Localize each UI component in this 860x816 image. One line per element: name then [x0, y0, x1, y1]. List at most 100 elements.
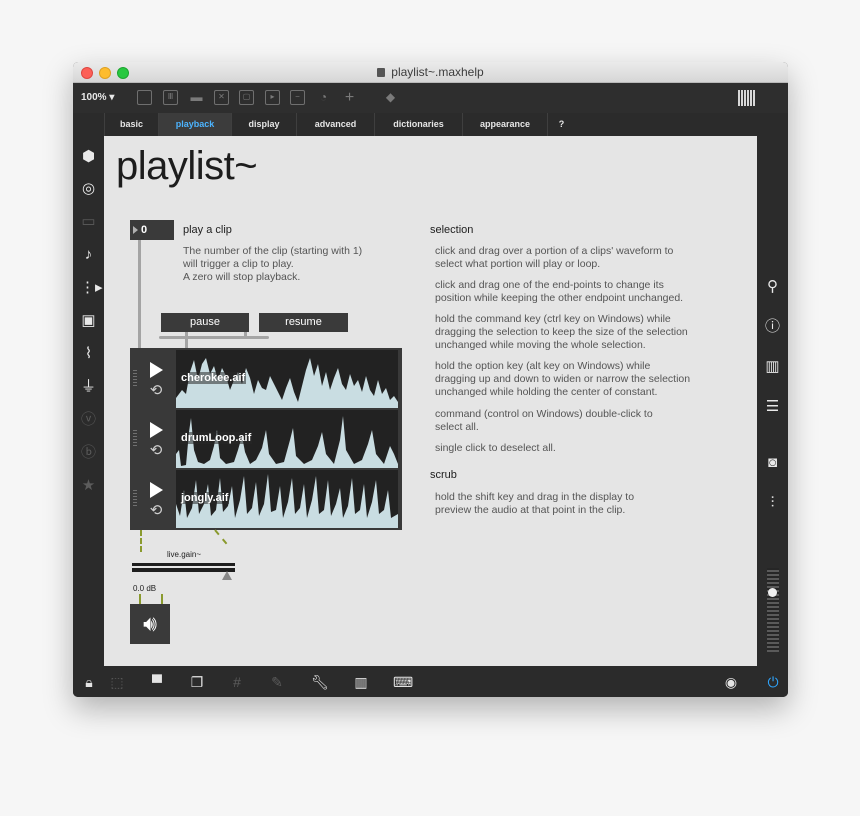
clip-name: jongly.aif	[180, 492, 230, 504]
patch-cord	[244, 332, 247, 338]
toolbar: 100% ▾ Ⅲ ▬ ✕ ▢ ▸ − ◔ + ◆	[73, 83, 788, 113]
record-icon[interactable]: ◎	[80, 180, 97, 197]
patcher-canvas[interactable]: playlist~ 0 play a clip The number of th…	[104, 136, 757, 666]
close-box-icon[interactable]: ✕	[214, 90, 229, 105]
plus-icon[interactable]: +	[342, 90, 357, 106]
drag-handle[interactable]	[133, 490, 137, 506]
selection-line: hold the command key (ctrl key on Window…	[435, 313, 671, 325]
title-bar: playlist~.maxhelp	[73, 62, 788, 83]
document-icon	[377, 68, 386, 77]
music-note-icon[interactable]: ♪	[80, 246, 97, 263]
drag-handle[interactable]	[133, 430, 137, 446]
gain-thumb[interactable]	[222, 571, 232, 580]
book-icon[interactable]: ▥	[764, 358, 781, 375]
waveform-display[interactable]: jongly.aif	[176, 470, 398, 528]
selection-line: select what portion will play or loop.	[435, 258, 601, 270]
tab-advanced[interactable]: advanced	[296, 113, 374, 136]
comment-icon[interactable]: Ⅲ	[163, 90, 178, 105]
paperclip-icon[interactable]: ⌇	[80, 345, 97, 362]
level-meter[interactable]	[767, 568, 779, 652]
loop-icon[interactable]: ⟲	[148, 383, 164, 399]
grid-icon[interactable]	[738, 90, 756, 106]
tab-display[interactable]: display	[231, 113, 296, 136]
b-circle-icon[interactable]: ⓑ	[80, 444, 97, 461]
gauge-icon[interactable]: ◔	[316, 90, 331, 105]
gain-slider[interactable]	[132, 563, 235, 572]
v-circle-icon[interactable]: ⓥ	[80, 411, 97, 428]
play-icon[interactable]	[150, 482, 163, 498]
play-clip-desc-1: The number of the clip (starting with 1)	[183, 245, 363, 257]
tab-dictionaries[interactable]: dictionaries	[374, 113, 462, 136]
edit-icon[interactable]: ⬚	[109, 674, 125, 690]
selection-line: unchanged while moving the whole selecti…	[435, 339, 646, 351]
audio-cord	[214, 529, 228, 545]
drag-handle[interactable]	[133, 370, 137, 386]
grid-snap-icon[interactable]: #	[229, 674, 245, 690]
inlet-icon[interactable]: ▸	[265, 90, 280, 105]
play-clip-desc-3: A zero will stop playback.	[183, 271, 301, 283]
loop-icon[interactable]: ⟲	[148, 503, 164, 519]
keyboard-icon[interactable]: ⌨	[393, 674, 413, 690]
play-icon[interactable]	[150, 362, 163, 378]
pause-button[interactable]: pause	[161, 313, 249, 332]
selection-line: single click to deselect all.	[435, 442, 556, 454]
left-sidebar: ⬢ ◎ ▭ ♪ ⋮▸ ▣ ⌇ ⏚ ⓥ ⓑ ★	[73, 136, 104, 666]
clip-row[interactable]: ⟲ cherokee.aif	[130, 348, 402, 408]
target-icon[interactable]: ▢	[239, 90, 254, 105]
power-icon[interactable]: ⏻	[765, 674, 781, 690]
minus-box-icon[interactable]: −	[290, 90, 305, 105]
camera-icon[interactable]: ◙	[764, 454, 781, 471]
search-icon[interactable]: ⚲	[764, 278, 781, 295]
audio-cord	[140, 530, 142, 552]
selection-line: dragging up and down to widen or narrow …	[435, 373, 691, 385]
tab-help[interactable]: ?	[547, 113, 575, 136]
image-icon[interactable]: ▣	[80, 312, 97, 329]
tab-bar: basic playback display advanced dictiona…	[104, 113, 758, 136]
cube-icon[interactable]: ⬢	[80, 148, 97, 165]
loop-icon[interactable]: ⟲	[148, 443, 164, 459]
selection-line: click and drag one of the end-points to …	[435, 279, 664, 291]
lock-icon[interactable]: 🔒︎	[81, 674, 97, 690]
resume-button[interactable]: resume	[259, 313, 348, 332]
right-sidebar: ⚲ ⓘ ▥ ☰ ◙ ⫶	[757, 136, 788, 666]
tab-playback[interactable]: playback	[158, 113, 231, 136]
waveform-display[interactable]: drumLoop.aif	[176, 410, 398, 468]
scrub-line: hold the shift key and drag in the displ…	[435, 491, 635, 503]
step-icon[interactable]: ⋮▸	[80, 279, 103, 296]
star-icon[interactable]: ★	[80, 477, 97, 494]
play-clip-desc-2: will trigger a clip to play.	[183, 258, 294, 270]
app-window: playlist~.maxhelp 100% ▾ Ⅲ ▬ ✕ ▢ ▸ − ◔ +…	[73, 62, 788, 697]
wand-icon[interactable]: ✎	[269, 674, 285, 690]
clip-name: cherokee.aif	[180, 372, 247, 384]
clip-row[interactable]: ⟲ drumLoop.aif	[130, 408, 402, 468]
mixer-icon[interactable]: ⫶	[764, 494, 781, 511]
paint-bucket-icon[interactable]: ◆	[383, 90, 398, 105]
plug-icon[interactable]: ⏚	[80, 378, 97, 395]
tab-basic[interactable]: basic	[104, 113, 158, 136]
presentation-icon[interactable]	[137, 90, 152, 105]
patch-cord	[138, 240, 141, 348]
transport-icon[interactable]: ◉	[723, 674, 739, 690]
scrub-line: preview the audio at that point in the c…	[435, 504, 626, 516]
waveform-display[interactable]: cherokee.aif	[176, 350, 398, 408]
clip-number-box[interactable]: 0	[130, 220, 174, 240]
info-icon[interactable]: ⓘ	[764, 318, 781, 335]
speech-icon[interactable]: ▬	[189, 90, 204, 105]
scrub-heading: scrub	[430, 469, 457, 481]
zoom-menu[interactable]: 100% ▾	[81, 92, 114, 103]
piano-icon[interactable]: ▥	[353, 674, 369, 690]
gain-label: live.gain~	[167, 550, 202, 559]
speaker-icon[interactable]: 🔊︎	[130, 604, 170, 644]
list-icon[interactable]: ☰	[764, 398, 781, 415]
clip-row[interactable]: ⟲ jongly.aif	[130, 468, 402, 528]
windows-icon[interactable]: ❐	[189, 674, 205, 690]
playlist-object[interactable]: ⟲ cherokee.aif ⟲ drumLoop.aif ⟲ jongly.a…	[130, 348, 402, 530]
selection-line: hold the option key (alt key on Windows)…	[435, 360, 651, 372]
tab-appearance[interactable]: appearance	[462, 113, 547, 136]
wrench-icon[interactable]: 🔧︎	[311, 674, 329, 690]
play-icon[interactable]	[150, 422, 163, 438]
panel-icon[interactable]: ▭	[80, 213, 97, 230]
presentation-mode-icon[interactable]: ▀	[149, 674, 165, 690]
window-title: playlist~.maxhelp	[73, 65, 788, 79]
selection-heading: selection	[430, 224, 474, 236]
